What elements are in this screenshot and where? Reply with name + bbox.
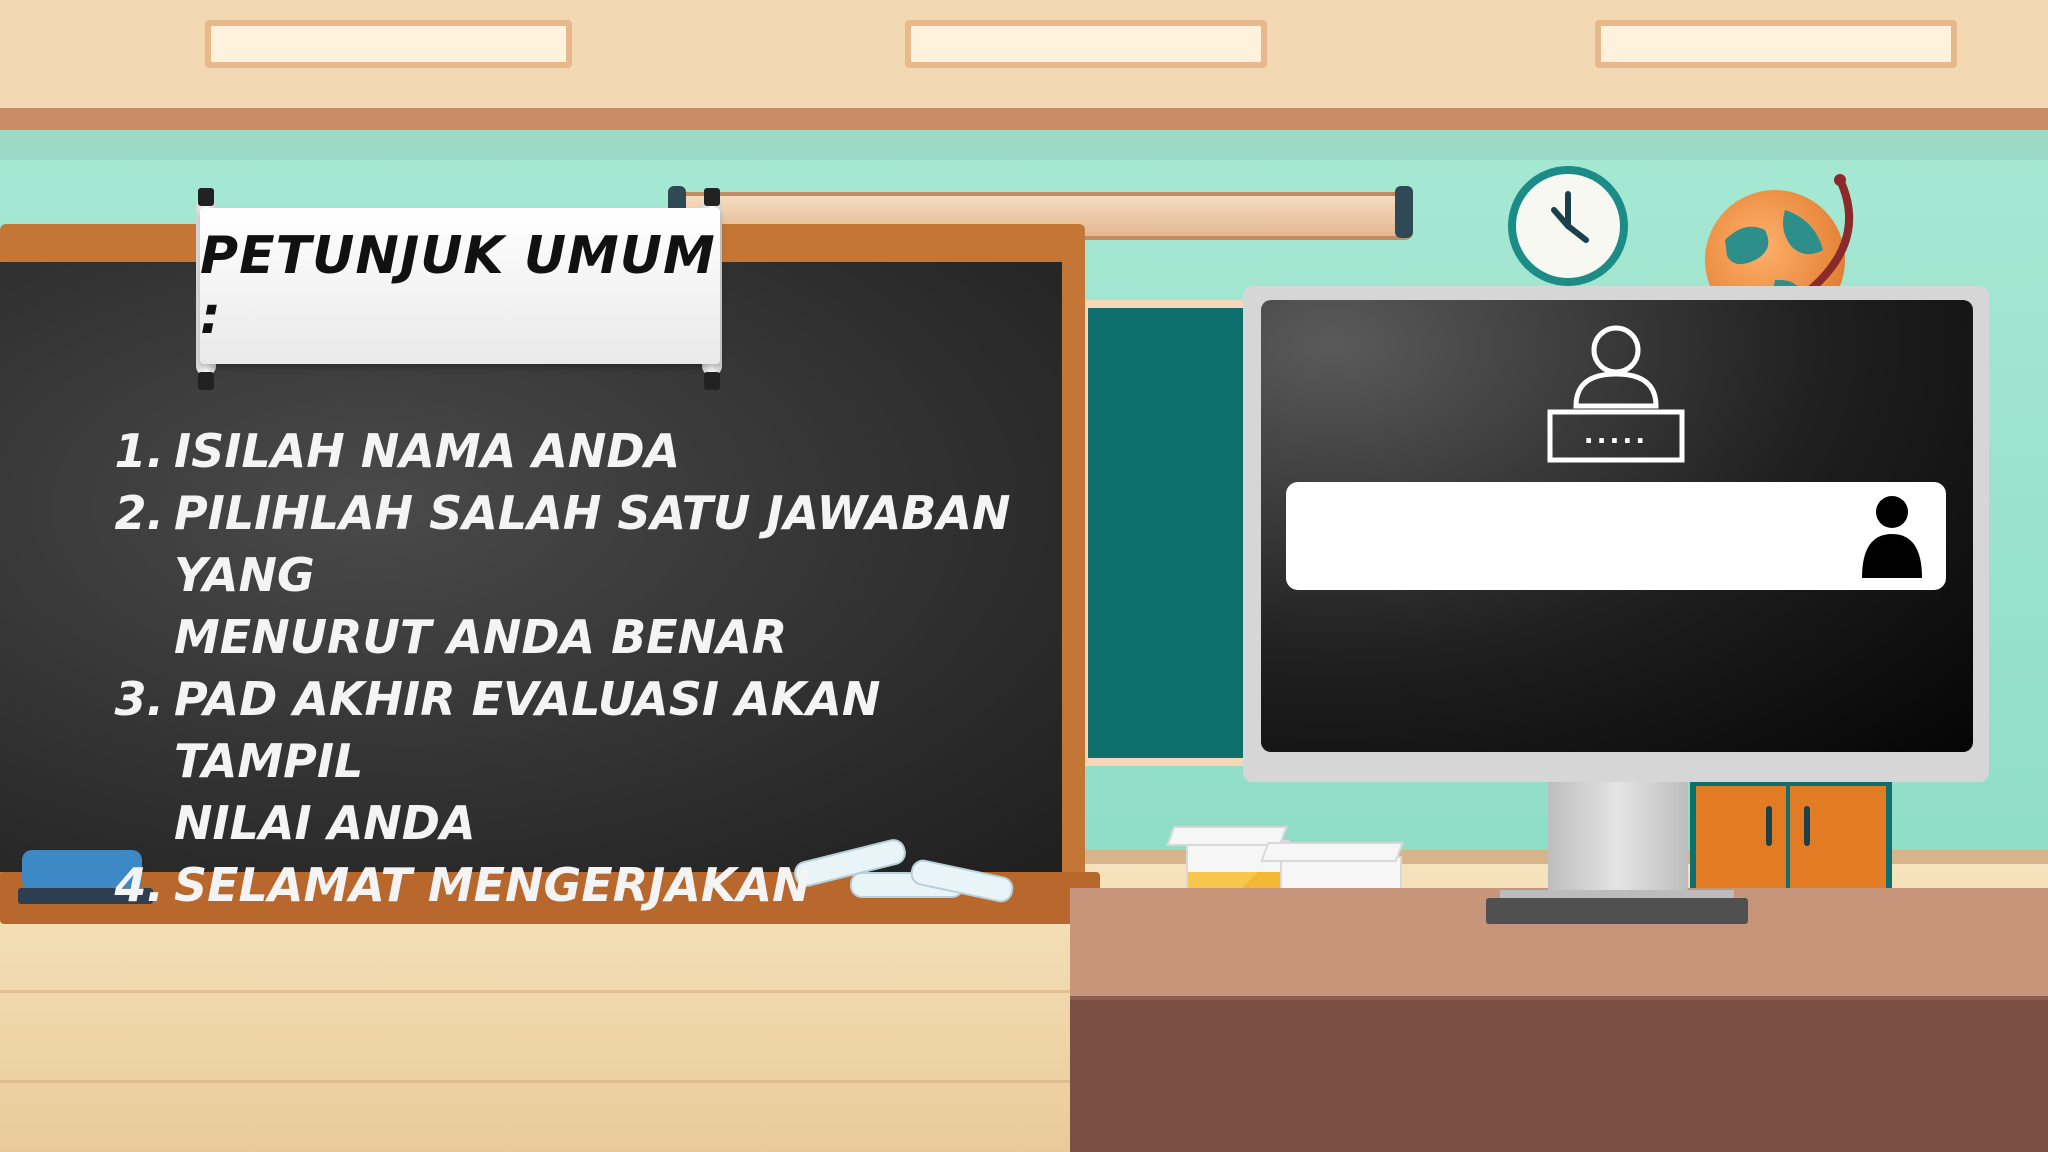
floor-line bbox=[0, 990, 1070, 993]
password-mask: ..... bbox=[1584, 420, 1648, 450]
roll-cap bbox=[1395, 186, 1413, 238]
scroll-rod-tip bbox=[198, 372, 214, 390]
instruction-number: 1. bbox=[114, 424, 164, 478]
scroll-rod-tip bbox=[704, 188, 720, 206]
instruction-line: ISILAH NAMA ANDA bbox=[174, 424, 681, 478]
desk-body bbox=[1070, 1000, 2048, 1152]
instruction-item: 2. PILIHLAH SALAH SATU JAWABAN YANG MENU… bbox=[112, 482, 1052, 668]
instruction-number: 4. bbox=[114, 858, 164, 912]
instruction-text: SELAMAT MENGERJAKAN bbox=[174, 854, 1052, 916]
instruction-item: 3. PAD AKHIR EVALUASI AKAN TAMPIL NILAI … bbox=[112, 668, 1052, 854]
instruction-item: 1. ISILAH NAMA ANDA bbox=[112, 420, 1052, 482]
instruction-number: 2. bbox=[114, 486, 164, 540]
ceiling-light bbox=[905, 20, 1267, 68]
user-icon bbox=[1862, 496, 1922, 578]
instruction-line: PILIHLAH SALAH SATU JAWABAN YANG bbox=[174, 486, 1011, 602]
scroll-rod-tip bbox=[198, 188, 214, 206]
instruction-line: PAD AKHIR EVALUASI AKAN TAMPIL bbox=[174, 672, 881, 788]
clock-icon bbox=[1508, 166, 1628, 286]
instruction-item: 4. SELAMAT MENGERJAKAN bbox=[112, 854, 1052, 916]
instruction-line: NILAI ANDA bbox=[174, 796, 476, 850]
login-user-icon: ..... bbox=[1547, 325, 1685, 463]
instructions-banner: PETUNJUK UMUM : bbox=[200, 208, 720, 364]
banner-title: PETUNJUK UMUM : bbox=[200, 226, 716, 346]
instruction-line: MENURUT ANDA BENAR bbox=[174, 610, 788, 664]
instruction-text: PILIHLAH SALAH SATU JAWABAN YANG MENURUT… bbox=[174, 482, 1052, 668]
monitor-stand bbox=[1548, 782, 1688, 902]
ceiling-light bbox=[205, 20, 572, 68]
ceiling-trim bbox=[0, 108, 2048, 130]
globe-stand bbox=[1807, 174, 1854, 294]
box-lid bbox=[1260, 842, 1404, 862]
instruction-line: SELAMAT MENGERJAKAN bbox=[174, 858, 811, 912]
instruction-number: 3. bbox=[114, 672, 164, 726]
ceiling-light bbox=[1595, 20, 1957, 68]
wall-shadow bbox=[0, 130, 2048, 160]
name-input[interactable] bbox=[1286, 482, 1946, 590]
scroll-rod-tip bbox=[704, 372, 720, 390]
instruction-text: PAD AKHIR EVALUASI AKAN TAMPIL NILAI AND… bbox=[174, 668, 1052, 854]
floor-line bbox=[0, 1080, 1070, 1083]
monitor-base bbox=[1486, 898, 1748, 924]
instructions-list: 1. ISILAH NAMA ANDA 2. PILIHLAH SALAH SA… bbox=[112, 420, 1052, 916]
instruction-text: ISILAH NAMA ANDA bbox=[174, 420, 1052, 482]
